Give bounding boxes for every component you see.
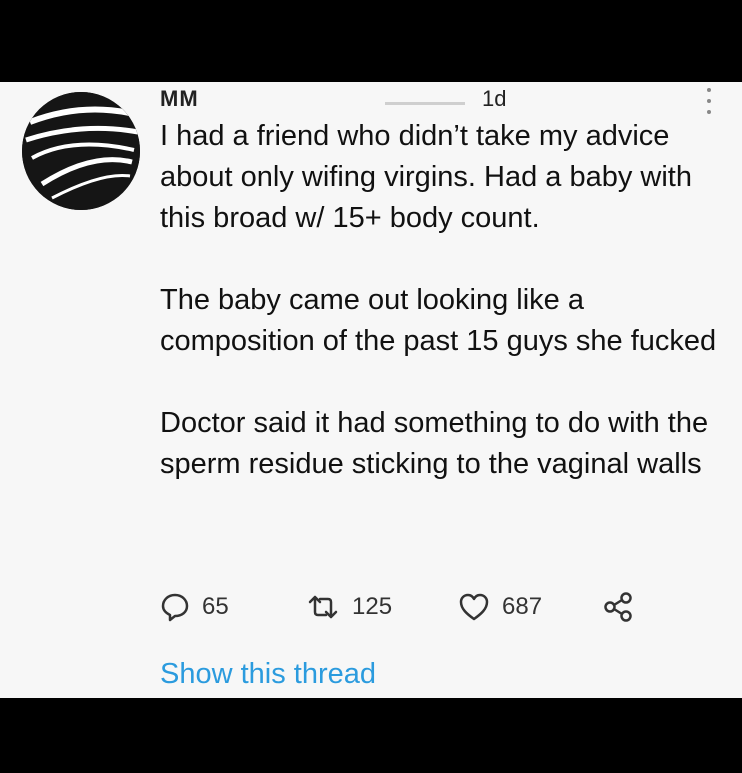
more-dot — [707, 88, 711, 92]
tweet-text: I had a friend who didn’t take my advice… — [160, 116, 730, 485]
tweet-paragraph: Doctor said it had something to do with … — [160, 407, 709, 480]
like-icon — [459, 593, 489, 621]
tweet-actions: 65 125 687 — [158, 590, 678, 624]
retweet-icon — [308, 595, 338, 619]
tweet-header: MM 1d — [160, 86, 680, 112]
redacted-handle — [385, 102, 465, 105]
like-button[interactable]: 687 — [458, 590, 542, 624]
avatar-image — [22, 92, 140, 210]
avatar[interactable] — [22, 92, 140, 210]
reply-button[interactable]: 65 — [160, 590, 229, 624]
share-button[interactable] — [602, 590, 634, 624]
more-dot — [707, 99, 711, 103]
tweet-card[interactable]: MM 1d I had a friend who didn’t take my … — [0, 82, 742, 698]
retweet-count: 125 — [352, 593, 393, 620]
more-dot — [707, 110, 711, 114]
retweet-button[interactable]: 125 — [306, 590, 392, 624]
tweet-paragraph: The baby came out looking like a composi… — [160, 284, 717, 357]
reply-count: 65 — [202, 593, 229, 620]
more-icon[interactable] — [703, 88, 715, 114]
author-name[interactable]: MM — [160, 86, 199, 112]
tweet-timestamp[interactable]: 1d — [482, 86, 506, 112]
share-icon — [604, 592, 632, 622]
like-count: 687 — [502, 593, 543, 620]
show-thread-link[interactable]: Show this thread — [160, 658, 376, 691]
reply-icon — [161, 593, 189, 622]
tweet-paragraph: I had a friend who didn’t take my advice… — [160, 120, 692, 234]
